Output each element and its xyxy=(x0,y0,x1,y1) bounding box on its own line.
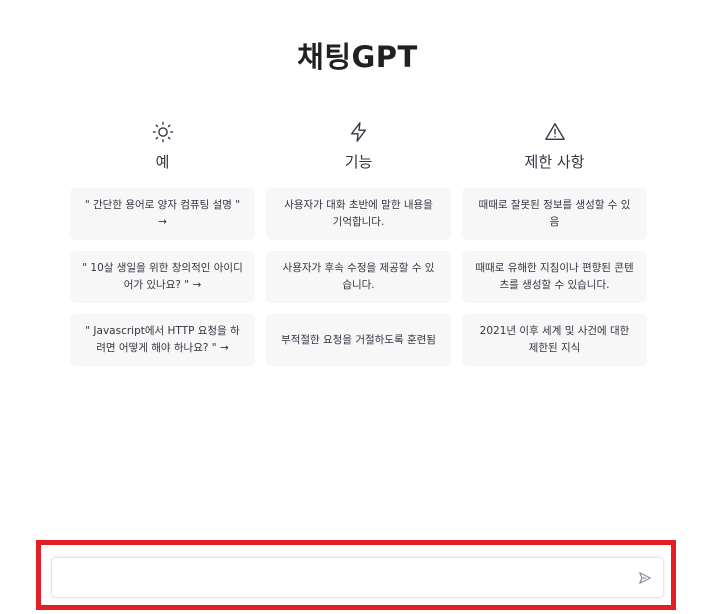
lightning-icon xyxy=(347,120,371,144)
chat-page: 채팅GPT 예 " 간단한 용어로 양자 컴퓨팅 설명 " → " 10살 생일… xyxy=(0,0,715,614)
limitation-card: 때때로 유해한 지침이나 편향된 콘텐츠를 생성할 수 있습니다. xyxy=(462,251,647,303)
sun-icon xyxy=(151,120,175,144)
example-card[interactable]: " Javascript에서 HTTP 요청을 하려면 어떻게 해야 하나요? … xyxy=(70,314,255,366)
warning-icon xyxy=(543,120,567,144)
column-heading-examples: 예 xyxy=(155,153,170,171)
column-heading-capabilities: 기능 xyxy=(344,153,373,171)
limitation-card: 때때로 잘못된 정보를 생성할 수 있음 xyxy=(462,188,647,240)
column-limitations: 제한 사항 때때로 잘못된 정보를 생성할 수 있음 때때로 유해한 지침이나 … xyxy=(462,120,647,377)
chat-input[interactable] xyxy=(62,566,626,592)
capability-card: 사용자가 후속 수정을 제공할 수 있습니다. xyxy=(266,251,451,303)
limitation-card: 2021년 이후 세계 및 사건에 대한 제한된 지식 xyxy=(462,314,647,366)
page-title: 채팅GPT xyxy=(297,40,418,74)
column-capabilities: 기능 사용자가 대화 초반에 말한 내용을 기억합니다. 사용자가 후속 수정을… xyxy=(266,120,451,377)
column-examples: 예 " 간단한 용어로 양자 컴퓨팅 설명 " → " 10살 생일을 위한 창… xyxy=(70,120,255,377)
chat-input-container xyxy=(51,557,664,598)
send-icon xyxy=(638,571,652,585)
send-button[interactable] xyxy=(637,570,653,586)
column-heading-limitations: 제한 사항 xyxy=(524,153,585,171)
example-card[interactable]: " 간단한 용어로 양자 컴퓨팅 설명 " → xyxy=(70,188,255,240)
example-card[interactable]: " 10살 생일을 위한 창의적인 아이디어가 있나요? " → xyxy=(70,251,255,303)
example-columns: 예 " 간단한 용어로 양자 컴퓨팅 설명 " → " 10살 생일을 위한 창… xyxy=(70,120,647,377)
capability-card: 부적절한 요청을 거절하도록 훈련됨 xyxy=(266,314,451,366)
capability-card: 사용자가 대화 초반에 말한 내용을 기억합니다. xyxy=(266,188,451,240)
